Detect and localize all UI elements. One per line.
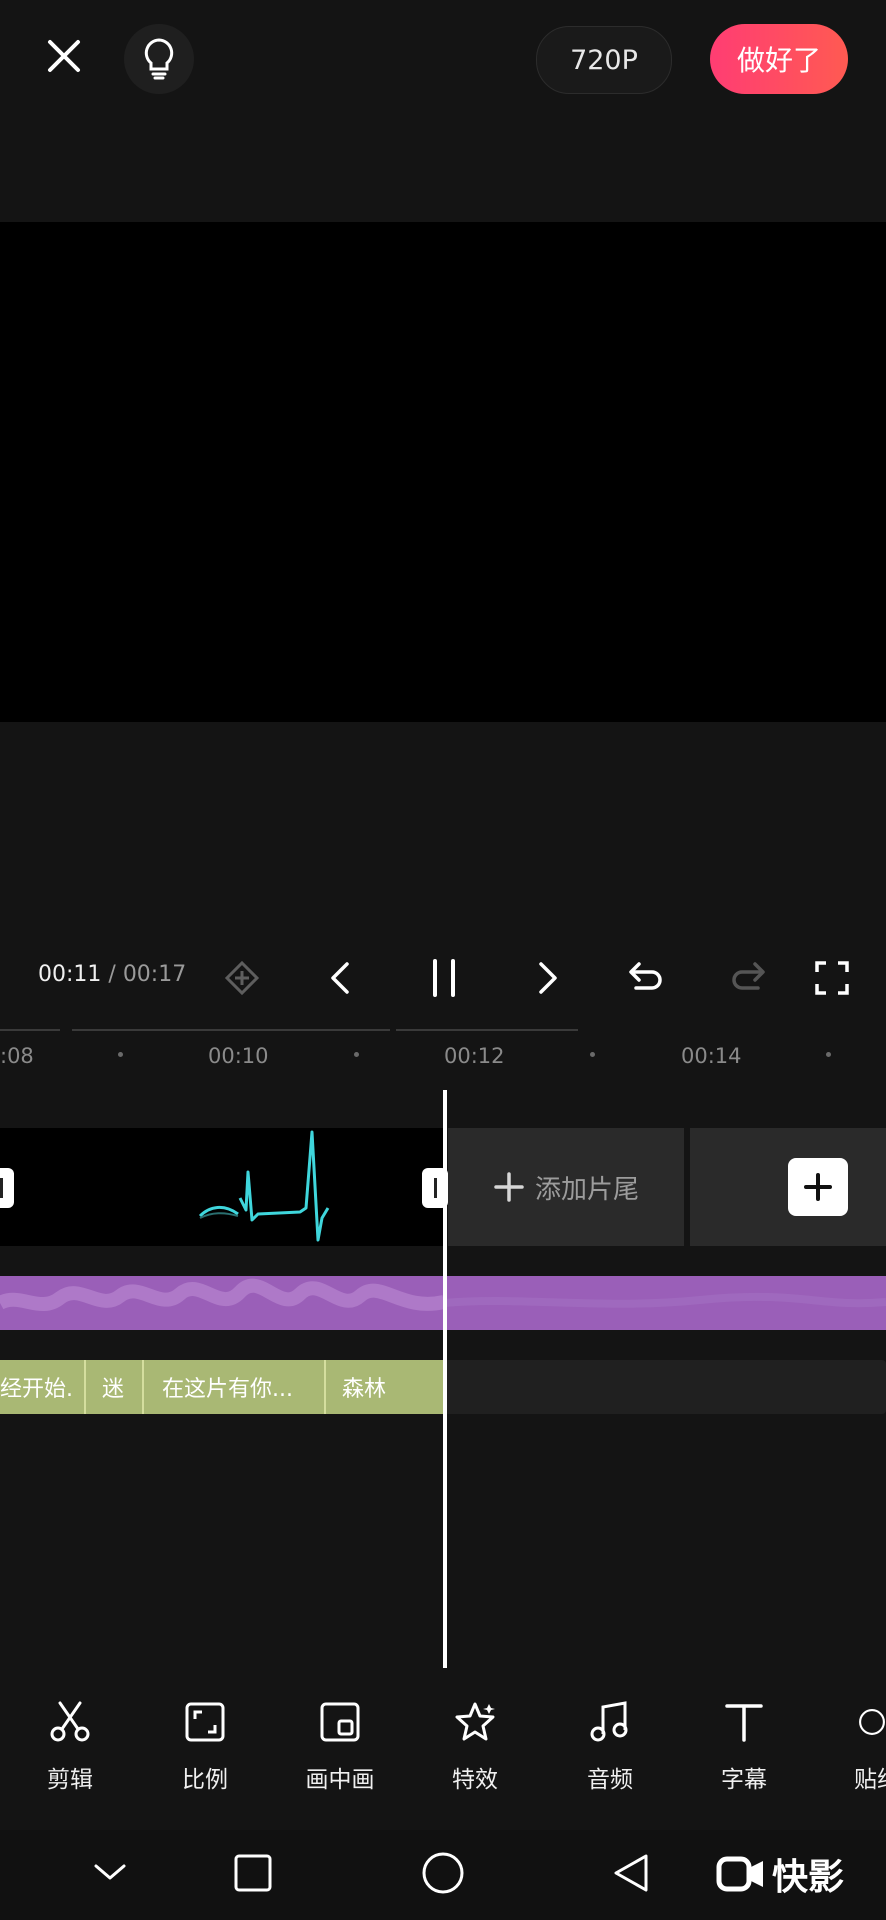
picture-in-picture-icon — [280, 1692, 400, 1752]
caption-clip[interactable]: 迷 — [84, 1360, 142, 1414]
kuaiying-logo-icon — [716, 1856, 763, 1892]
fullscreen-icon[interactable] — [808, 954, 856, 1002]
previous-frame-icon[interactable] — [320, 954, 360, 1002]
export-resolution-button[interactable]: 720P — [536, 26, 672, 94]
undo-icon[interactable] — [622, 954, 670, 1002]
clip-trim-handle-left[interactable] — [0, 1168, 14, 1208]
caption-clip[interactable]: 森林 — [324, 1360, 444, 1414]
keyframe-icon[interactable] — [220, 956, 264, 1000]
text-icon — [684, 1692, 804, 1752]
scissors-icon — [10, 1692, 130, 1752]
tool-label: 贴纸 — [854, 1767, 886, 1793]
video-preview[interactable] — [0, 222, 886, 722]
effects-star-icon — [415, 1692, 535, 1752]
ruler-segment — [396, 1029, 578, 1031]
heartbeat-waveform — [198, 1130, 330, 1242]
recent-apps-square-icon[interactable] — [230, 1850, 276, 1896]
resolution-label: 720P — [570, 44, 638, 76]
add-clip-button[interactable] — [788, 1158, 848, 1216]
tool-picture-in-picture[interactable]: 画中画 — [280, 1692, 400, 1794]
tool-label: 音频 — [587, 1767, 633, 1793]
ruler-segment — [0, 1029, 60, 1031]
ruler-tick-label: 00:12 — [444, 1044, 505, 1068]
ruler-tick-label: 00:14 — [681, 1044, 742, 1068]
music-note-icon — [550, 1692, 670, 1752]
current-time: 00:11 — [38, 962, 102, 987]
redo-icon[interactable] — [724, 954, 772, 1002]
plus-icon — [804, 1173, 832, 1201]
ruler-dot — [118, 1052, 123, 1057]
watermark-text: 快影 — [772, 1857, 845, 1898]
caption-clip[interactable]: 在这片有你... — [142, 1360, 324, 1414]
back-triangle-icon[interactable] — [608, 1850, 654, 1896]
playhead[interactable] — [443, 1090, 447, 1668]
ruler-dot — [590, 1052, 595, 1057]
tool-sticker[interactable]: 贴纸 — [818, 1692, 886, 1794]
tool-label: 画中画 — [305, 1767, 375, 1793]
tool-audio[interactable]: 音频 — [550, 1692, 670, 1794]
tool-label: 比例 — [182, 1767, 228, 1793]
tips-lightbulb-icon[interactable] — [124, 24, 194, 94]
tool-edit[interactable]: 剪辑 — [10, 1692, 130, 1794]
tool-label: 特效 — [452, 1767, 498, 1793]
ruler-dot — [354, 1052, 359, 1057]
ruler-tick-label: 00:10 — [208, 1044, 269, 1068]
total-time: 00:17 — [122, 962, 187, 987]
pause-icon[interactable] — [420, 954, 468, 1002]
caption-clip[interactable]: 经开始. — [0, 1360, 84, 1414]
add-ending-button[interactable]: 添加片尾 — [448, 1128, 684, 1246]
ruler-dot — [826, 1052, 831, 1057]
done-label: 做好了 — [736, 44, 821, 77]
done-button[interactable]: 做好了 — [710, 24, 848, 94]
timecode: 00:11 / 00:17 — [38, 962, 186, 987]
add-ending-label: 添加片尾 — [534, 1174, 639, 1205]
tool-text[interactable]: 字幕 — [684, 1692, 804, 1794]
tool-label: 剪辑 — [47, 1767, 93, 1793]
home-circle-icon[interactable] — [420, 1850, 466, 1896]
close-icon[interactable] — [38, 30, 90, 82]
plus-icon — [494, 1172, 524, 1202]
watermark: 快影 — [716, 1848, 844, 1900]
sticker-icon — [818, 1692, 886, 1752]
tool-label: 字幕 — [721, 1767, 767, 1793]
ruler-segment — [72, 1029, 390, 1031]
next-frame-icon[interactable] — [528, 954, 568, 1002]
ruler-tick-label: :08 — [0, 1044, 34, 1068]
tool-effects[interactable]: 特效 — [415, 1692, 535, 1794]
video-clip[interactable] — [0, 1128, 444, 1246]
ratio-icon — [145, 1692, 265, 1752]
caption-track-empty — [444, 1360, 886, 1414]
chevron-down-icon[interactable] — [88, 1852, 132, 1892]
tool-ratio[interactable]: 比例 — [145, 1692, 265, 1794]
time-separator: / — [101, 962, 123, 987]
